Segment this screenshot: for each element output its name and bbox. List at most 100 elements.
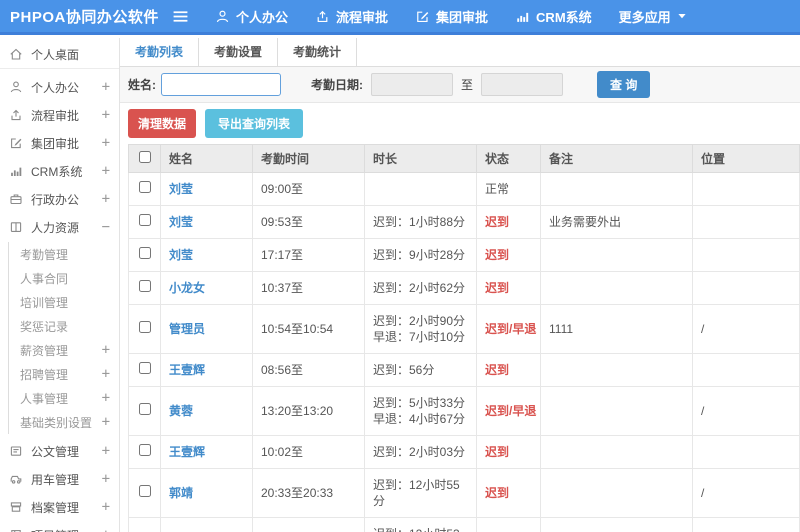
sidebar-item-admin-office[interactable]: 行政办公 +	[0, 185, 119, 213]
sidebar-subitem-personnel-contract[interactable]: 人事合同	[9, 266, 119, 290]
employee-name-link[interactable]: 管理员	[169, 322, 205, 336]
employee-name-link[interactable]: 黄蓉	[169, 404, 193, 418]
nav-group-approval[interactable]: 集团审批	[415, 7, 488, 26]
export-list-button[interactable]: 导出查询列表	[205, 109, 304, 138]
employee-name-link[interactable]: 王壹辉	[169, 445, 205, 459]
employee-name-link[interactable]: 刘莹	[169, 215, 193, 229]
table-row: 黄蓉20:32至20:32 迟到：12小时53分 迟到 /	[128, 517, 800, 532]
sidebar-item-label: 用车管理	[31, 472, 80, 487]
row-checkbox[interactable]	[138, 214, 151, 226]
row-checkbox[interactable]	[138, 403, 151, 415]
expand-plus-icon: +	[101, 107, 110, 123]
column-header: 备注	[540, 144, 693, 173]
sidebar-subitem-label: 考勤管理	[20, 247, 69, 262]
row-checkbox[interactable]	[138, 181, 151, 193]
attendance-table-wrap: 姓名 考勤时间 时长 状态 备注 位置 刘莹 09:00至 正常 刘莹 09:53至 迟到：1小时8…	[120, 144, 800, 532]
flow-icon	[9, 108, 24, 122]
column-header: 时长	[364, 144, 477, 173]
tab-attendance-statistics[interactable]: 考勤统计	[278, 38, 358, 66]
nav-workflow-approval[interactable]: 流程审批	[315, 7, 388, 26]
name-input[interactable]	[161, 73, 281, 96]
sidebar-item-personal-desktop[interactable]: 个人桌面	[0, 40, 119, 69]
sidebar-item-archive-management[interactable]: 档案管理 +	[0, 493, 119, 521]
nav-label: 流程审批	[336, 9, 389, 25]
table-row: 刘莹 17:17至 迟到：9小时28分 迟到	[128, 238, 800, 272]
row-checkbox[interactable]	[138, 280, 151, 292]
name-cell: 刘莹	[160, 205, 253, 239]
time-cell: 10:02至	[252, 435, 365, 469]
sidebar-item-crm-system[interactable]: CRM系统 +	[0, 157, 119, 185]
sidebar-subitem-label: 人事管理	[20, 391, 69, 406]
status-cell: 迟到	[476, 353, 541, 387]
time-cell: 09:00至	[252, 172, 365, 206]
date-from-input[interactable]	[371, 73, 453, 96]
sidebar-item-personal-office[interactable]: 个人办公 +	[0, 73, 119, 101]
sidebar-item-vehicle-management[interactable]: 用车管理 +	[0, 465, 119, 493]
table-row: 王壹辉 10:02至 迟到：2小时03分 迟到	[128, 435, 800, 469]
duration-cell: 迟到：56分	[364, 353, 477, 387]
collapse-minus-icon: −	[101, 219, 110, 235]
date-to-input[interactable]	[481, 73, 564, 96]
nav-crm-system[interactable]: CRM系统	[515, 7, 592, 26]
time-cell: 10:54至10:54	[252, 304, 365, 354]
row-checkbox[interactable]	[138, 321, 151, 333]
sidebar-subitem-training-management[interactable]: 培训管理	[9, 290, 119, 314]
row-checkbox[interactable]	[138, 247, 151, 259]
row-checkbox[interactable]	[138, 444, 151, 456]
search-button[interactable]: 查 询	[597, 71, 651, 98]
tab-attendance-settings[interactable]: 考勤设置	[199, 38, 279, 66]
row-checkbox-cell	[128, 435, 161, 469]
nav-label: 集团审批	[436, 9, 489, 25]
sidebar-subitem-reward-punishment-record[interactable]: 奖惩记录	[9, 314, 119, 338]
sidebar-item-label: 项目管理	[31, 527, 102, 532]
row-checkbox[interactable]	[138, 362, 151, 374]
search-form: 姓名: 考勤日期: 至 查 询	[120, 67, 800, 103]
expand-plus-icon: +	[101, 499, 110, 515]
employee-name-link[interactable]: 刘莹	[169, 182, 193, 196]
expand-plus-icon: +	[101, 135, 110, 151]
app-logo[interactable]: PHPOA协同办公软件	[0, 6, 172, 27]
sidebar-subitem-recruitment-management[interactable]: 招聘管理 +	[9, 362, 119, 386]
row-checkbox[interactable]	[138, 485, 151, 497]
sidebar: 个人桌面 个人办公 + 流程审批 + 集团审批 + CRM系统 + 行政办公 + 人力资源 − 考勤管理人…	[0, 38, 120, 532]
employee-name-link[interactable]: 小龙女	[169, 281, 205, 295]
sidebar-subitem-salary-management[interactable]: 薪资管理 +	[9, 338, 119, 362]
sidebar-subitem-attendance-management[interactable]: 考勤管理	[9, 242, 119, 266]
user-icon	[9, 80, 24, 94]
expand-plus-icon: +	[101, 471, 110, 487]
status-cell: 迟到	[476, 517, 541, 532]
archive-icon	[9, 500, 24, 514]
nav-personal-office[interactable]: 个人办公	[215, 7, 288, 26]
status-badge: 迟到	[485, 445, 510, 459]
employee-name-link[interactable]: 郭靖	[169, 486, 193, 500]
status-cell: 迟到	[476, 271, 541, 305]
tab-attendance-list[interactable]: 考勤列表	[120, 38, 200, 66]
table-row: 小龙女 10:37至 迟到：2小时62分 迟到	[128, 271, 800, 305]
sidebar-subitem-personnel-management[interactable]: 人事管理 +	[9, 386, 119, 410]
menu-icon[interactable]	[172, 9, 189, 24]
time-cell: 20:32至20:32	[252, 517, 365, 532]
name-cell: 管理员	[160, 304, 253, 354]
sidebar-item-label: 公文管理	[31, 444, 80, 459]
clear-data-button[interactable]: 清理数据	[128, 109, 197, 138]
column-header: 状态	[476, 144, 541, 173]
row-checkbox-cell	[128, 172, 161, 206]
sidebar-item-workflow-approval[interactable]: 流程审批 +	[0, 101, 119, 129]
duration-cell: 迟到：5小时33分 早退：4小时67分	[364, 386, 477, 436]
note-cell: 业务需要外出	[540, 205, 693, 239]
sidebar-item-document-management[interactable]: 公文管理 +	[0, 437, 119, 465]
sidebar-subitem-base-category-settings[interactable]: 基础类别设置 +	[9, 410, 119, 434]
row-checkbox-cell	[128, 386, 161, 436]
sidebar-item-group-approval[interactable]: 集团审批 +	[0, 129, 119, 157]
select-all-checkbox[interactable]	[138, 151, 151, 163]
employee-name-link[interactable]: 刘莹	[169, 248, 193, 262]
nav-more-apps[interactable]: 更多应用	[619, 7, 687, 26]
employee-name-link[interactable]: 王壹辉	[169, 363, 205, 377]
sidebar-item-project-management[interactable]: 项目管理+	[0, 521, 119, 532]
sidebar-item-human-resources[interactable]: 人力资源 −	[0, 213, 119, 241]
note-cell	[540, 435, 693, 469]
table-row: 管理员 10:54至10:54 迟到：2小时90分 早退：7小时10分 迟到/早退 111…	[128, 304, 800, 354]
sidebar-subitem-label: 奖惩记录	[20, 319, 69, 334]
sidebar-item-label: 个人办公	[31, 80, 80, 95]
status-badge: 迟到	[485, 486, 510, 500]
